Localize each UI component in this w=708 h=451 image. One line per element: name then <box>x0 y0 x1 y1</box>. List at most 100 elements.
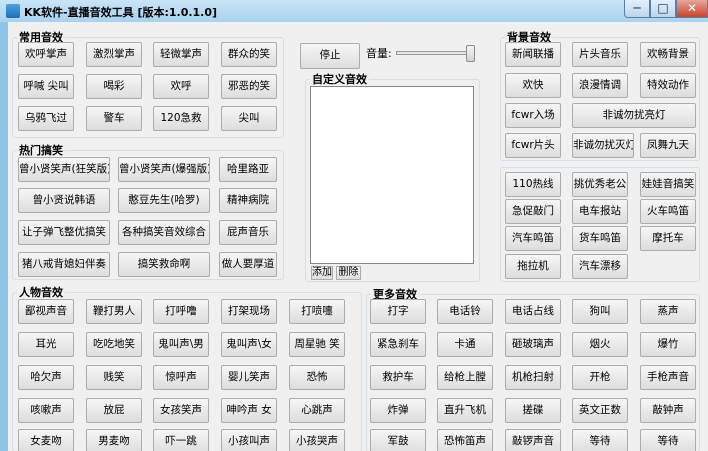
sound-button[interactable]: 惊呼声 <box>153 365 209 390</box>
sound-button[interactable]: 非诚勿扰亮灯 <box>572 103 696 128</box>
sound-button[interactable]: 汽车漂移 <box>572 254 628 279</box>
sound-button[interactable]: 拖拉机 <box>505 254 561 279</box>
sound-button[interactable]: 鞭打男人 <box>86 299 142 324</box>
sound-button[interactable]: 搞笑救命啊 <box>118 252 210 277</box>
sound-button[interactable]: 精神病院 <box>219 188 277 213</box>
sound-button[interactable]: 电车报站 <box>572 199 628 224</box>
sound-button[interactable]: 各种搞笑音效综合 <box>118 220 210 245</box>
sound-button[interactable]: 120急救 <box>153 106 209 131</box>
sound-button[interactable]: 小孩叫声 <box>221 429 277 451</box>
sound-button[interactable]: 砸玻璃声 <box>505 332 561 357</box>
sound-button[interactable]: 鬼叫声\女 <box>221 332 277 357</box>
sound-button[interactable]: 尖叫 <box>221 106 277 131</box>
volume-slider-thumb[interactable] <box>466 45 475 62</box>
sound-button[interactable]: 屁声音乐 <box>219 220 277 245</box>
sound-button[interactable]: 女麦吻 <box>18 429 74 451</box>
sound-button[interactable]: fcwr入场 <box>505 103 561 128</box>
sound-button[interactable]: 邪恶的笑 <box>221 74 277 99</box>
sound-button[interactable]: 吓一跳 <box>153 429 209 451</box>
sound-button[interactable]: 挑优秀老公 <box>572 172 628 197</box>
sound-button[interactable]: 军鼓 <box>370 429 426 451</box>
minimize-button[interactable]: ─ <box>624 0 650 18</box>
sound-button[interactable]: 救护车 <box>370 365 426 390</box>
sound-button[interactable]: 哈里路亚 <box>219 157 277 182</box>
sound-button[interactable]: 紧急刹车 <box>370 332 426 357</box>
sound-button[interactable]: 警车 <box>86 106 142 131</box>
sound-button[interactable]: 炸弹 <box>370 398 426 423</box>
sound-button[interactable]: 摩托车 <box>640 226 696 251</box>
sound-button[interactable]: 手枪声音 <box>640 365 696 390</box>
sound-button[interactable]: 敲钟声 <box>640 398 696 423</box>
sound-button[interactable]: 烟火 <box>572 332 628 357</box>
sound-button[interactable]: 凤舞九天 <box>640 133 696 158</box>
sound-button[interactable]: 狗叫 <box>572 299 628 324</box>
sound-button[interactable]: 打字 <box>370 299 426 324</box>
sound-button[interactable]: 吃吃地笑 <box>86 332 142 357</box>
sound-button[interactable]: 货车鸣笛 <box>572 226 628 251</box>
delete-button[interactable]: 删除 <box>336 266 361 280</box>
sound-button[interactable]: 打呼噜 <box>153 299 209 324</box>
sound-button[interactable]: 欢快 <box>505 73 561 98</box>
sound-button[interactable]: 汽车鸣笛 <box>505 226 561 251</box>
sound-button[interactable]: 耳光 <box>18 332 74 357</box>
sound-button[interactable]: 群众的笑 <box>221 42 277 67</box>
sound-button[interactable]: 打架现场 <box>221 299 277 324</box>
sound-button[interactable]: 女孩笑声 <box>153 398 209 423</box>
custom-sound-list[interactable] <box>310 86 474 264</box>
sound-button[interactable]: 曾小贤笑声(爆强版) <box>118 157 210 182</box>
sound-button[interactable]: 给枪上膛 <box>437 365 493 390</box>
sound-button[interactable]: 恐怖笛声 <box>437 429 493 451</box>
sound-button[interactable]: 猪八戒背媳妇伴奏 <box>18 252 110 277</box>
sound-button[interactable]: 开枪 <box>572 365 628 390</box>
sound-button[interactable]: 曾小贤笑声(狂笑版) <box>18 157 110 182</box>
sound-button[interactable]: 敲锣声音 <box>505 429 561 451</box>
sound-button[interactable]: 欢呼 <box>153 74 209 99</box>
sound-button[interactable]: 憨豆先生(哈罗) <box>118 188 210 213</box>
sound-button[interactable]: 特效动作 <box>640 73 696 98</box>
sound-button[interactable]: 放屁 <box>86 398 142 423</box>
sound-button[interactable]: 男麦吻 <box>86 429 142 451</box>
sound-button[interactable]: 呻吟声 女 <box>221 398 277 423</box>
stop-button[interactable]: 停止 <box>300 43 360 69</box>
sound-button[interactable]: 急促敲门 <box>505 199 561 224</box>
add-button[interactable]: 添加 <box>311 266 333 280</box>
sound-button[interactable]: 心跳声 <box>289 398 345 423</box>
sound-button[interactable]: 英文正数 <box>572 398 628 423</box>
maximize-button[interactable]: □ <box>650 0 676 18</box>
sound-button[interactable]: 恐怖 <box>289 365 345 390</box>
sound-button[interactable]: 机枪扫射 <box>505 365 561 390</box>
sound-button[interactable]: 直升飞机 <box>437 398 493 423</box>
sound-button[interactable]: 搓碟 <box>505 398 561 423</box>
sound-button[interactable]: 小孩哭声 <box>289 429 345 451</box>
sound-button[interactable]: 轻微掌声 <box>153 42 209 67</box>
sound-button[interactable]: 新闻联播 <box>505 42 561 67</box>
sound-button[interactable]: 打喷嚏 <box>289 299 345 324</box>
sound-button[interactable]: 110热线 <box>505 172 561 197</box>
sound-button[interactable]: 浪漫情调 <box>572 73 628 98</box>
sound-button[interactable]: fcwr片头 <box>505 133 561 158</box>
sound-button[interactable]: 呼喊 尖叫 <box>18 74 74 99</box>
sound-button[interactable]: 娃娃音搞笑 <box>640 172 696 197</box>
sound-button[interactable]: 欢畅背景 <box>640 42 696 67</box>
sound-button[interactable]: 哈欠声 <box>18 365 74 390</box>
sound-button[interactable]: 周星驰 笑 <box>289 332 345 357</box>
sound-button[interactable]: 爆竹 <box>640 332 696 357</box>
close-button[interactable]: ✕ <box>676 0 708 18</box>
volume-slider-track[interactable] <box>396 51 468 55</box>
sound-button[interactable]: 卡通 <box>437 332 493 357</box>
sound-button[interactable]: 曾小贤说韩语 <box>18 188 110 213</box>
sound-button[interactable]: 激烈掌声 <box>86 42 142 67</box>
sound-button[interactable]: 乌鸦飞过 <box>18 106 74 131</box>
sound-button[interactable]: 贱笑 <box>86 365 142 390</box>
sound-button[interactable]: 婴儿笑声 <box>221 365 277 390</box>
sound-button[interactable]: 电话铃 <box>437 299 493 324</box>
sound-button[interactable]: 等待 <box>640 429 696 451</box>
sound-button[interactable]: 等待 <box>572 429 628 451</box>
sound-button[interactable]: 让子弹飞整优搞笑 <box>18 220 110 245</box>
sound-button[interactable]: 欢呼掌声 <box>18 42 74 67</box>
sound-button[interactable]: 蒸声 <box>640 299 696 324</box>
sound-button[interactable]: 鄙视声音 <box>18 299 74 324</box>
sound-button[interactable]: 电话占线 <box>505 299 561 324</box>
sound-button[interactable]: 火车鸣笛 <box>640 199 696 224</box>
sound-button[interactable]: 非诚勿扰灭灯 <box>572 133 634 158</box>
